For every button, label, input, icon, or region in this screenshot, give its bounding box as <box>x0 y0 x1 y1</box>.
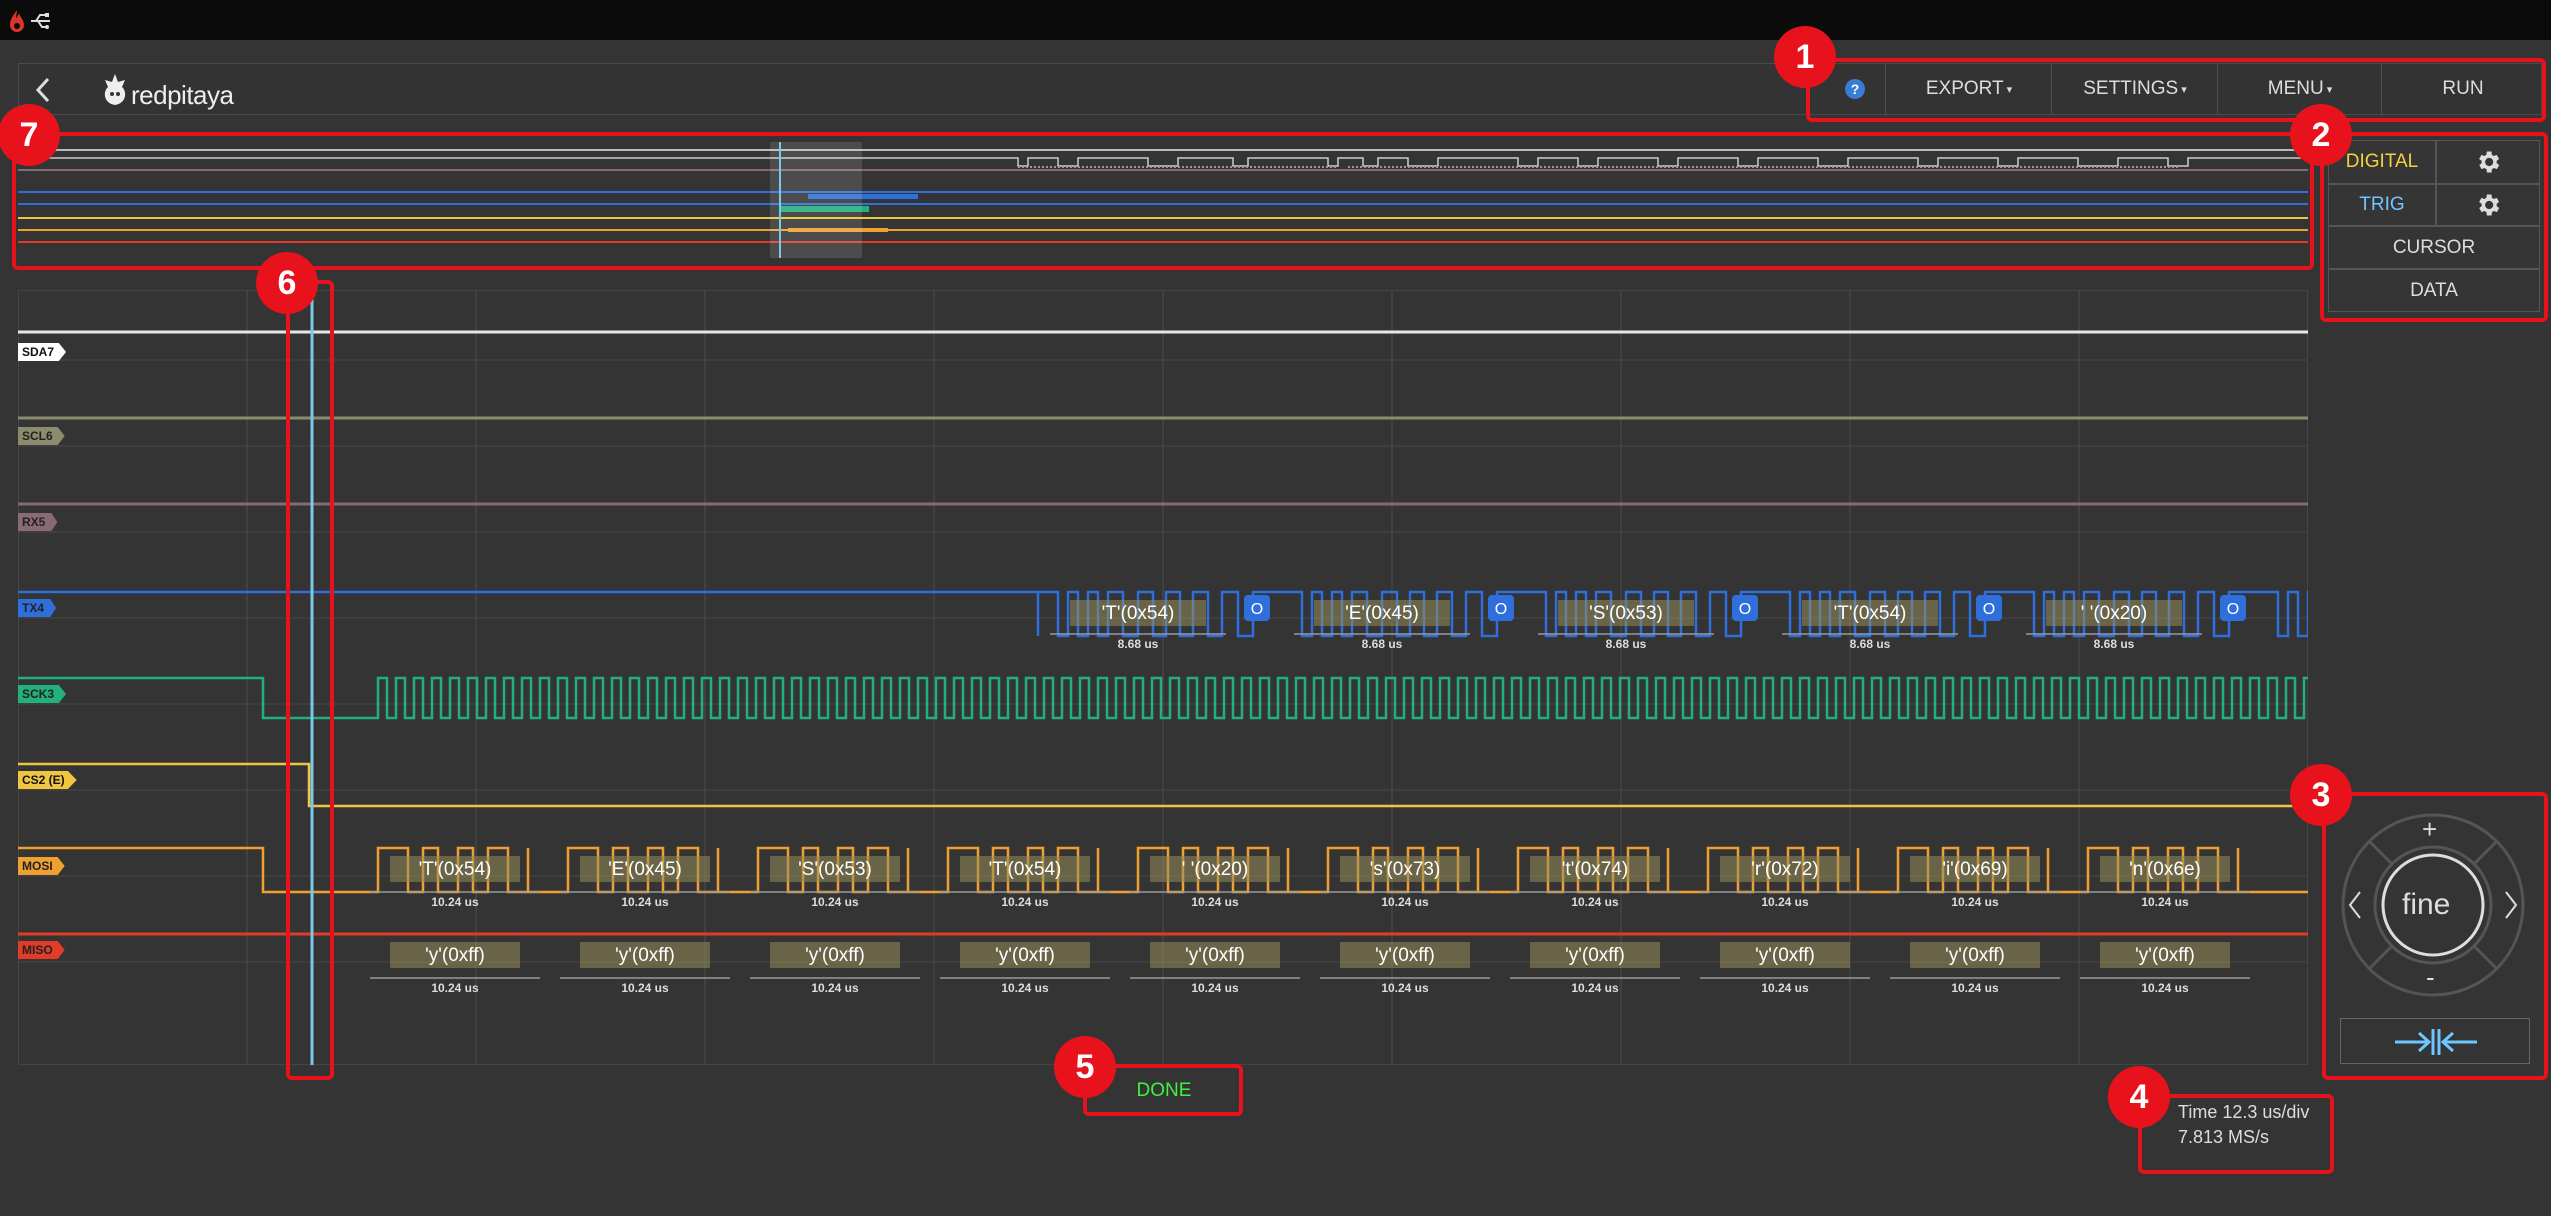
mosi-duration: 10.24 us <box>2141 895 2189 909</box>
channel-label-miso[interactable]: MISO <box>18 940 65 960</box>
usb-icon[interactable] <box>28 10 54 32</box>
tx4-duration: 8.68 us <box>2094 637 2135 651</box>
annotation-badge-3: 3 <box>2290 764 2352 826</box>
channel-label-mosi[interactable]: MOSI <box>18 856 65 876</box>
mosi-duration: 10.24 us <box>1001 895 1049 909</box>
channel-tag: SCK3 <box>18 685 67 703</box>
channel-label-cs2-e-[interactable]: CS2 (E) <box>18 770 77 790</box>
mosi-duration: 10.24 us <box>621 895 669 909</box>
channel-tag: TX4 <box>18 599 57 617</box>
tx4-marker-text: O <box>1495 601 1507 618</box>
miso-decode-text: 'y'(0xff) <box>1755 945 1815 966</box>
miso-duration: 10.24 us <box>1381 981 1429 995</box>
tx4-marker-text: O <box>1983 601 1995 618</box>
miso-duration: 10.24 us <box>621 981 669 995</box>
tx4-duration: 8.68 us <box>1850 637 1891 651</box>
mosi-decode-text: 'T'(0x54) <box>989 859 1062 880</box>
mosi-duration: 10.24 us <box>1761 895 1809 909</box>
annotation-badge-6: 6 <box>256 252 318 314</box>
miso-duration: 10.24 us <box>431 981 479 995</box>
mosi-decode-text: 'E'(0x45) <box>608 859 682 880</box>
tx4-decode-text: 'T'(0x54) <box>1102 603 1175 624</box>
tx4-decode-text: 'E'(0x45) <box>1345 603 1419 624</box>
tx4-marker-text: O <box>2227 601 2239 618</box>
channel-label-tx4[interactable]: TX4 <box>18 598 57 618</box>
miso-duration: 10.24 us <box>1761 981 1809 995</box>
miso-duration: 10.24 us <box>811 981 859 995</box>
miso-decode-text: 'y'(0xff) <box>615 945 675 966</box>
tx4-duration: 8.68 us <box>1606 637 1647 651</box>
mosi-decode-text: 's'(0x73) <box>1370 859 1441 880</box>
logo-text: redpitaya <box>131 80 234 110</box>
mosi-duration: 10.24 us <box>1951 895 1999 909</box>
annotation-box-trigger-cursor <box>286 280 334 1080</box>
channel-tag: SCL6 <box>18 427 65 445</box>
logic-analyzer-plot[interactable]: 'T'(0x54) 8.68 us 'E'(0x45) 8.68 us 'S'(0x53… <box>18 290 2308 1065</box>
miso-decode-text: 'y'(0xff) <box>425 945 485 966</box>
mosi-decode-text: 't'(0x74) <box>1562 859 1628 880</box>
channel-label-sda7[interactable]: SDA7 <box>18 342 67 362</box>
tx4-decode-text: ' '(0x20) <box>2081 603 2147 624</box>
channel-tag: SDA7 <box>18 343 67 361</box>
channel-label-rx5[interactable]: RX5 <box>18 512 58 532</box>
mosi-duration: 10.24 us <box>431 895 479 909</box>
annotation-badge-2: 2 <box>2290 104 2352 166</box>
window-top-bar <box>0 0 2551 40</box>
tx4-duration: 8.68 us <box>1118 637 1159 651</box>
mosi-duration: 10.24 us <box>1191 895 1239 909</box>
flame-icon[interactable] <box>6 8 28 34</box>
annotation-box-side-panel <box>2320 132 2548 322</box>
annotation-box-navigation <box>2322 792 2548 1080</box>
miso-duration: 10.24 us <box>1571 981 1619 995</box>
annotation-badge-1: 1 <box>1774 26 1836 88</box>
redpitaya-logo: redpitaya <box>101 72 261 110</box>
miso-duration: 10.24 us <box>2141 981 2189 995</box>
channel-tag: MOSI <box>18 857 65 875</box>
miso-decode-text: 'y'(0xff) <box>1185 945 1245 966</box>
annotation-badge-7: 7 <box>0 104 60 166</box>
mosi-duration: 10.24 us <box>1571 895 1619 909</box>
mosi-decode-text: 'n'(0x6e) <box>2129 859 2201 880</box>
channel-label-sck3[interactable]: SCK3 <box>18 684 67 704</box>
miso-duration: 10.24 us <box>1001 981 1049 995</box>
miso-decode-text: 'y'(0xff) <box>2135 945 2195 966</box>
miso-decode-text: 'y'(0xff) <box>1375 945 1435 966</box>
mosi-decode-text: 'S'(0x53) <box>798 859 872 880</box>
miso-duration: 10.24 us <box>1191 981 1239 995</box>
pitaya-logo-icon <box>104 74 126 105</box>
mosi-duration: 10.24 us <box>1381 895 1429 909</box>
channel-label-scl6[interactable]: SCL6 <box>18 426 65 446</box>
annotation-badge-5: 5 <box>1054 1036 1116 1098</box>
tx4-decode-text: 'T'(0x54) <box>1834 603 1907 624</box>
mosi-duration: 10.24 us <box>811 895 859 909</box>
tx4-duration: 8.68 us <box>1362 637 1403 651</box>
annotation-box-overview <box>12 132 2314 270</box>
miso-decode-text: 'y'(0xff) <box>1945 945 2005 966</box>
channel-tag: RX5 <box>18 513 58 531</box>
miso-decode-text: 'y'(0xff) <box>805 945 865 966</box>
chevron-left-icon[interactable] <box>33 76 53 104</box>
tx4-marker-text: O <box>1739 601 1751 618</box>
channel-tag: CS2 (E) <box>18 771 77 789</box>
annotation-badge-4: 4 <box>2108 1066 2170 1128</box>
mosi-decode-text: ' '(0x20) <box>1182 859 1248 880</box>
tx4-decode-text: 'S'(0x53) <box>1589 603 1663 624</box>
miso-decode-text: 'y'(0xff) <box>995 945 1055 966</box>
mosi-decode-text: 'i'(0x69) <box>1942 859 2007 880</box>
annotation-box-toolbar <box>1806 58 2546 122</box>
miso-duration: 10.24 us <box>1951 981 1999 995</box>
miso-decode-text: 'y'(0xff) <box>1565 945 1625 966</box>
tx4-marker-text: O <box>1251 601 1263 618</box>
channel-tag: MISO <box>18 941 65 959</box>
mosi-decode-text: 'r'(0x72) <box>1751 859 1818 880</box>
mosi-decode-text: 'T'(0x54) <box>419 859 492 880</box>
